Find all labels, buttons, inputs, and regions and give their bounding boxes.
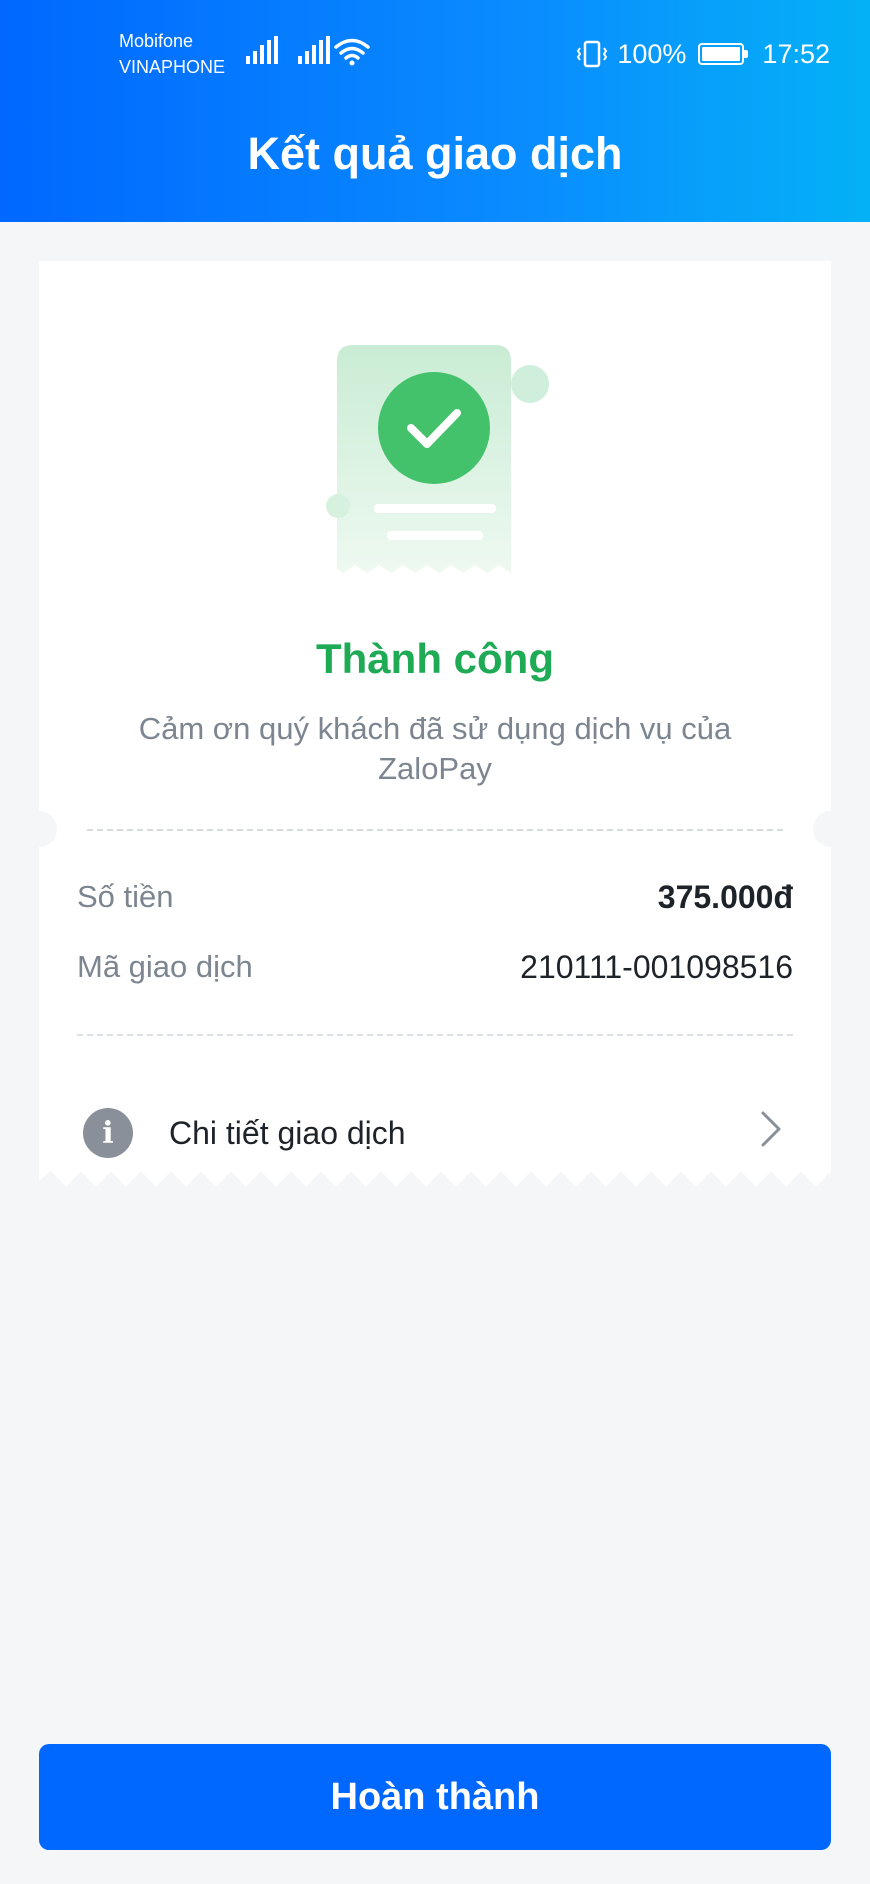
signal-icon	[246, 36, 278, 64]
app-header: Mobifone VINAPHONE 100% 17:52 Kết quả gi…	[0, 0, 870, 222]
page-title: Kết quả giao dịch	[247, 128, 623, 179]
transaction-details-link[interactable]: i Chi tiết giao dịch	[77, 1097, 793, 1169]
receipt-card: Thành công Cảm ơn quý khách đã sử dụng d…	[21, 261, 849, 1197]
amount-value: 375.000đ	[657, 878, 793, 915]
battery-percent: 100%	[617, 38, 687, 69]
clock: 17:52	[762, 38, 830, 69]
status-text: Thành công	[316, 635, 554, 682]
transaction-id-value: 210111-001098516	[520, 948, 793, 985]
divider	[87, 829, 783, 831]
status-right: 100% 17:52	[575, 38, 830, 70]
info-icon: i	[83, 1108, 133, 1158]
carrier-1: Mobifone	[119, 31, 194, 51]
amount-label: Số tiền	[77, 879, 174, 914]
signal-icon	[298, 36, 330, 64]
divider	[77, 1034, 793, 1036]
transaction-details-label: Chi tiết giao dịch	[169, 1114, 406, 1151]
thank-you-message: Cảm ơn quý khách đã sử dụng dịch vụ của …	[138, 711, 732, 786]
receipt-success-illustration	[326, 345, 549, 573]
ticket-notch-right	[813, 811, 849, 847]
done-button[interactable]: Hoàn thành	[39, 1744, 831, 1850]
ticket-notch-left	[21, 811, 57, 847]
wifi-icon	[334, 38, 370, 66]
carrier-info: Mobifone VINAPHONE	[119, 28, 225, 80]
battery-icon	[698, 43, 749, 65]
transaction-id-label: Mã giao dịch	[77, 949, 253, 984]
carrier-2: VINAPHONE	[119, 57, 226, 77]
detail-row-amount: Số tiền 375.000đ	[77, 875, 793, 919]
detail-row-transaction-id: Mã giao dịch 210111-001098516	[77, 945, 793, 989]
vibrate-icon	[577, 40, 608, 68]
chevron-right-icon	[761, 1111, 781, 1147]
